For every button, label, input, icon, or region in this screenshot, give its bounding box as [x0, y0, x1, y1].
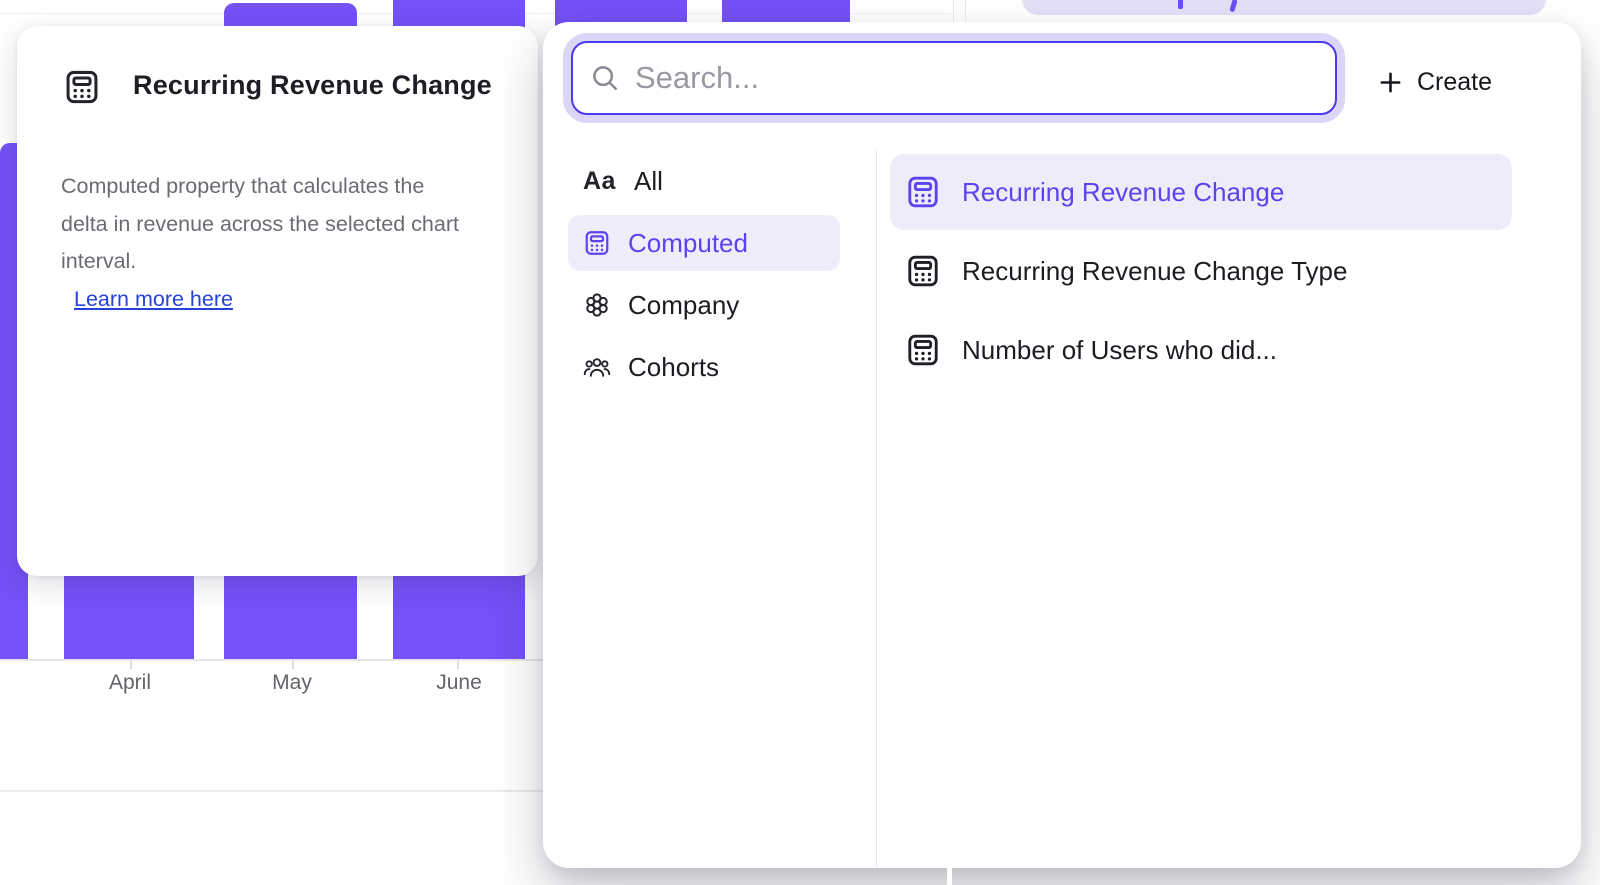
- x-axis-label: June: [399, 671, 519, 695]
- result-item-recurring-revenue-change[interactable]: Recurring Revenue Change: [890, 154, 1512, 230]
- modal-divider: [876, 150, 877, 868]
- x-axis-label: April: [70, 671, 190, 695]
- panel-gap: [947, 868, 952, 885]
- result-item-recurring-revenue-change-type[interactable]: Recurring Revenue Change Type: [890, 233, 1512, 309]
- company-icon: [583, 291, 611, 319]
- partial-text-mark: [1229, 0, 1237, 12]
- plus-icon: [1377, 69, 1404, 96]
- tooltip-description: Computed property that calculates the de…: [61, 168, 521, 318]
- text-aa-icon: Aa: [583, 167, 617, 196]
- category-label: Cohorts: [628, 352, 719, 383]
- category-item-cohorts[interactable]: Cohorts: [568, 339, 840, 395]
- cut-off-chart-tooltip: [1022, 0, 1546, 15]
- description-line: delta in revenue across the selected cha…: [61, 206, 521, 244]
- property-result-list: Recurring Revenue Change Recurring Reven…: [890, 154, 1512, 391]
- search-focus-ring: [563, 33, 1345, 123]
- search-icon: [590, 63, 620, 93]
- category-label: All: [634, 166, 663, 197]
- category-list: Aa All Computed Company Cohorts: [568, 153, 840, 401]
- x-axis-tick: [457, 660, 459, 669]
- calculator-icon: [583, 229, 611, 257]
- x-axis-tick: [130, 660, 132, 669]
- partial-text-mark: [1178, 0, 1183, 9]
- section-divider-line: [0, 790, 543, 792]
- calculator-icon: [905, 332, 941, 368]
- learn-more-link[interactable]: Learn more here: [74, 287, 233, 311]
- search-input[interactable]: [635, 60, 1318, 96]
- description-line: interval.Learn more here: [61, 243, 521, 318]
- cohorts-icon: [583, 353, 611, 381]
- create-button-label: Create: [1417, 68, 1492, 97]
- category-item-computed[interactable]: Computed: [568, 215, 840, 271]
- category-item-company[interactable]: Company: [568, 277, 840, 333]
- property-tooltip-card: Recurring Revenue Change Computed proper…: [17, 26, 538, 576]
- result-label: Recurring Revenue Change Type: [962, 256, 1347, 287]
- category-label: Company: [628, 290, 739, 321]
- create-button[interactable]: Create: [1377, 56, 1492, 108]
- calculator-icon: [63, 68, 101, 106]
- category-item-all[interactable]: Aa All: [568, 153, 840, 209]
- property-picker-modal: Create Aa All Computed Company Cohorts R…: [543, 22, 1581, 868]
- result-label: Recurring Revenue Change: [962, 177, 1284, 208]
- calculator-icon: [905, 174, 941, 210]
- result-label: Number of Users who did...: [962, 335, 1277, 366]
- category-label: Computed: [628, 228, 748, 259]
- calculator-icon: [905, 253, 941, 289]
- description-line: Computed property that calculates the: [61, 168, 521, 206]
- x-axis-tick: [292, 660, 294, 669]
- search-box[interactable]: [571, 41, 1337, 115]
- result-item-number-of-users-who-did[interactable]: Number of Users who did...: [890, 312, 1512, 388]
- x-axis-label: May: [232, 671, 352, 695]
- tooltip-title: Recurring Revenue Change: [133, 70, 492, 101]
